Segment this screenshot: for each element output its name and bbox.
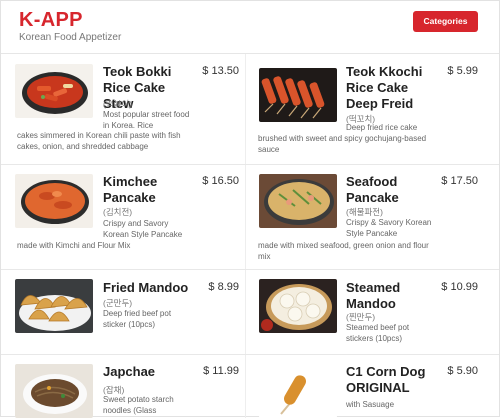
item-price: $ 11.99: [203, 365, 239, 377]
app-window: K-APP Korean Food Appetizer Categories T…: [0, 0, 500, 418]
steamed-mandoo-image: [259, 279, 337, 333]
item-description-continued: brushed with sweet and spicy gochujang-b…: [258, 134, 427, 154]
japchae-image: [15, 364, 93, 418]
item-price: $ 10.99: [441, 281, 478, 293]
item-description-continued: cakes simmered in Korean chili paste wit…: [17, 131, 181, 151]
item-native-name: (김치전): [103, 207, 133, 217]
kimchee-pancake-image: [15, 174, 93, 228]
item-name: Fried Mandoo: [103, 280, 189, 295]
item-name: Seafood Pancake: [346, 174, 399, 205]
teok-bokki-image: [15, 64, 93, 118]
corn-dog-image: [259, 364, 337, 418]
brand-logo[interactable]: K-APP: [19, 9, 83, 32]
item-price: $ 5.99: [447, 65, 478, 77]
item-name: Steamed Mandoo: [346, 280, 401, 311]
header: K-APP Korean Food Appetizer Categories: [1, 1, 499, 53]
menu-item-teok-bokki[interactable]: Teok Bokki Rice Cake Stew $ 13.50 (떡볶이) …: [1, 54, 241, 164]
categories-button[interactable]: Categories: [413, 11, 478, 32]
menu-item-japchae[interactable]: Japchae $ 11.99 (잡채) Sweet potato starch…: [1, 355, 241, 418]
seafood-pancake-image: [259, 174, 337, 228]
item-name: Teok Kkochi Rice Cake Deep Freid: [346, 64, 423, 111]
item-description-continued: made with Kimchi and Flour Mix: [17, 241, 131, 250]
item-price: $ 17.50: [441, 175, 478, 187]
item-native-name: (해물파전): [346, 207, 383, 217]
item-native-name: (떡볶이): [103, 99, 133, 109]
teok-kkochi-image: [259, 68, 337, 122]
item-price: $ 5.90: [447, 365, 478, 377]
item-description: Steamed beef pot stickers (10pcs): [346, 323, 410, 343]
menu-item-kimchee-pancake[interactable]: Kimchee Pancake $ 16.50 (김치전) Crispy and…: [1, 165, 241, 269]
item-name: Japchae: [103, 364, 156, 379]
menu-item-steamed-mandoo[interactable]: Steamed Mandoo $ 10.99 (찐만두) Steamed bee…: [246, 270, 486, 354]
item-price: $ 13.50: [202, 65, 239, 77]
item-description-continued: made with mixed seafood, green onion and…: [258, 241, 429, 261]
item-description: with Sasuage: [346, 400, 395, 409]
item-native-name: (군만두): [103, 298, 133, 308]
menu-item-fried-mandoo[interactable]: Fried Mandoo $ 8.99 (군만두) Deep fried bee…: [1, 270, 241, 354]
item-name: C1 Corn Dog ORIGINAL: [346, 364, 426, 395]
item-description: Crispy & Savory Korean Style Pancake: [346, 218, 432, 238]
item-price: $ 16.50: [202, 175, 239, 187]
item-description: Deep fried beef pot sticker (10pcs): [103, 309, 172, 329]
item-native-name: (찐만두): [346, 312, 376, 322]
item-description: Deep fried rice cake: [346, 123, 418, 132]
menu-item-teok-kkochi[interactable]: Teok Kkochi Rice Cake Deep Freid $ 5.99 …: [246, 54, 486, 164]
item-price: $ 8.99: [208, 281, 239, 293]
item-description: Most popular street food in Korea. Rice: [103, 110, 190, 130]
menu-item-corn-dog[interactable]: C1 Corn Dog ORIGINAL $ 5.90 with Sasuage: [246, 355, 486, 418]
item-description: Sweet potato starch noodles (Glass: [103, 395, 174, 415]
fried-mandoo-image: [15, 279, 93, 333]
menu-item-seafood-pancake[interactable]: Seafood Pancake $ 17.50 (해물파전) Crispy & …: [246, 165, 486, 269]
page-subtitle: Korean Food Appetizer: [19, 32, 122, 43]
item-name: Kimchee Pancake: [103, 174, 158, 205]
item-description: Crispy and Savory Korean Style Pancake: [103, 219, 183, 239]
